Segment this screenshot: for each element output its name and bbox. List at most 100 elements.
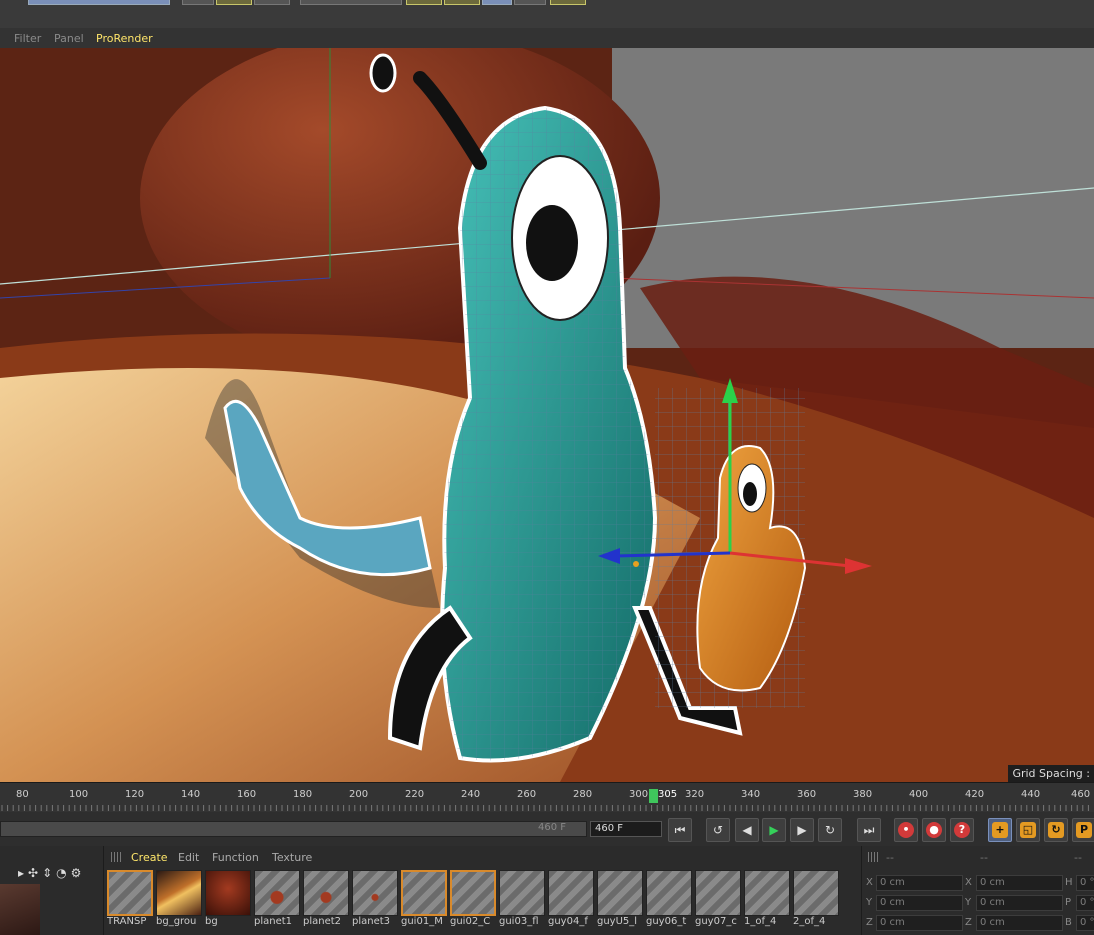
material-label: guy06_t [646, 916, 687, 927]
tick-label: 200 [349, 789, 369, 800]
navigation-tools-icon[interactable]: ▸✣⇕◔⚙ [18, 866, 85, 880]
go-forward-key-icon[interactable]: ↻ [818, 818, 842, 842]
toolbar-button[interactable] [216, 0, 252, 5]
material-swatch[interactable] [205, 870, 251, 916]
tick-label: 260 [517, 789, 537, 800]
3d-viewport[interactable]: Grid Spacing : [0, 48, 1094, 782]
material-label: guy04_f [548, 916, 588, 927]
size-y-field[interactable]: 0 cm [976, 895, 1063, 911]
position-z-field[interactable]: 0 cm [876, 915, 963, 931]
material-label: planet3 [352, 916, 391, 927]
size-z-field[interactable]: 0 cm [976, 915, 1063, 931]
tick-label: 100 [69, 789, 89, 800]
material-swatch[interactable] [450, 870, 496, 916]
material-label: guyU5_l [597, 916, 638, 927]
material-swatch[interactable] [548, 870, 594, 916]
coord-row-y: Y 0 cm Y 0 cm P 0 ° [862, 895, 1094, 911]
material-menu-texture[interactable]: Texture [272, 851, 312, 864]
material-swatch[interactable] [793, 870, 839, 916]
material-swatch[interactable] [352, 870, 398, 916]
material-menu-create[interactable]: Create [131, 851, 168, 864]
panel-grip-icon[interactable] [111, 852, 123, 862]
tick-label: 120 [125, 789, 145, 800]
current-frame-label: 305 [658, 789, 678, 800]
toolbar-button[interactable] [514, 0, 546, 5]
material-label: planet2 [303, 916, 342, 927]
toolbar-button[interactable] [406, 0, 442, 5]
toolbar-button[interactable] [550, 0, 586, 5]
step-back-icon[interactable]: ◀ [735, 818, 759, 842]
material-swatch[interactable] [254, 870, 300, 916]
tick-label: 280 [573, 789, 593, 800]
rotation-b-field[interactable]: 0 ° [1076, 915, 1094, 931]
step-forward-icon[interactable]: ▶ [790, 818, 814, 842]
preview-range-slider[interactable]: 460 F [0, 821, 587, 837]
timeline-ruler[interactable]: 80 100 120 140 160 180 200 220 240 260 2… [0, 782, 1094, 813]
toolbar-mode-buttons[interactable] [28, 0, 170, 5]
tick-label: 320 [685, 789, 705, 800]
position-y-field[interactable]: 0 cm [876, 895, 963, 911]
panel-grip-icon[interactable] [868, 852, 880, 862]
material-label: guy07_c [695, 916, 737, 927]
scale-key-icon[interactable]: ◱ [1016, 818, 1040, 842]
menu-filter[interactable]: Filter [14, 32, 41, 45]
material-swatch[interactable] [107, 870, 153, 916]
menu-prorender[interactable]: ProRender [96, 32, 153, 45]
material-swatch[interactable] [695, 870, 741, 916]
coord-axis-label: X [965, 877, 972, 888]
material-menu-edit[interactable]: Edit [178, 851, 199, 864]
position-x-field[interactable]: 0 cm [876, 875, 963, 891]
record-icon[interactable]: • [894, 818, 918, 842]
go-back-key-icon[interactable]: ↺ [706, 818, 730, 842]
go-to-end-icon[interactable]: ⏭ [857, 818, 881, 842]
material-swatch[interactable] [401, 870, 447, 916]
material-label: TRANSP [107, 916, 147, 927]
toolbar-button[interactable] [254, 0, 290, 5]
rotation-h-field[interactable]: 0 ° [1076, 875, 1094, 891]
coord-axis-label: P [1065, 897, 1072, 908]
tick-label: 220 [405, 789, 425, 800]
transport-bar: 460 F 460 F ⏮ ↺ ◀ ▶ ▶ ↻ ⏭ • ● ? + ◱ ↻ P [0, 812, 1094, 846]
size-x-field[interactable]: 0 cm [976, 875, 1063, 891]
material-label: 2_of_4 [793, 916, 826, 927]
tick-label: 300 [629, 789, 649, 800]
coord-axis-label: B [1065, 917, 1072, 928]
play-icon[interactable]: ▶ [762, 818, 786, 842]
toolbar-button[interactable] [300, 0, 402, 5]
material-label: gui03_fl [499, 916, 539, 927]
coord-axis-label: Y [866, 897, 873, 908]
coord-axis-label: X [866, 877, 873, 888]
toolbar-button[interactable] [444, 0, 480, 5]
object-manager-stub: ▸✣⇕◔⚙ [0, 846, 104, 935]
tick-label: 80 [16, 789, 29, 800]
coord-row-z: Z 0 cm Z 0 cm B 0 ° [862, 915, 1094, 931]
material-label: gui01_M [401, 916, 443, 927]
param-key-icon[interactable]: P [1072, 818, 1094, 842]
menu-panel[interactable]: Panel [54, 32, 84, 45]
material-swatch[interactable] [597, 870, 643, 916]
move-key-icon[interactable]: + [988, 818, 1012, 842]
toolbar-button[interactable] [482, 0, 512, 5]
end-frame-field[interactable]: 460 F [590, 821, 662, 837]
material-swatch[interactable] [646, 870, 692, 916]
material-swatch[interactable] [744, 870, 790, 916]
current-frame-marker[interactable] [649, 789, 658, 803]
go-to-start-icon[interactable]: ⏮ [668, 818, 692, 842]
rotate-key-icon[interactable]: ↻ [1044, 818, 1068, 842]
coord-axis-label: Y [965, 897, 972, 908]
material-swatch[interactable] [303, 870, 349, 916]
material-swatch[interactable] [156, 870, 202, 916]
rotation-p-field[interactable]: 0 ° [1076, 895, 1094, 911]
material-swatch[interactable] [499, 870, 545, 916]
autokey-icon[interactable]: ● [922, 818, 946, 842]
toolbar-button[interactable] [182, 0, 214, 5]
material-label: bg_grou [156, 916, 197, 927]
coord-axis-label: H [1065, 877, 1073, 888]
tick-label: 140 [181, 789, 201, 800]
coord-axis-label: Z [866, 917, 873, 928]
coord-header-rotation: -- [1074, 851, 1082, 864]
keyframe-help-icon[interactable]: ? [950, 818, 974, 842]
coordinates-manager: -- -- -- X 0 cm X 0 cm H 0 ° Y 0 cm Y 0 … [861, 846, 1094, 935]
material-menu-function[interactable]: Function [212, 851, 259, 864]
coord-row-x: X 0 cm X 0 cm H 0 ° [862, 875, 1094, 891]
